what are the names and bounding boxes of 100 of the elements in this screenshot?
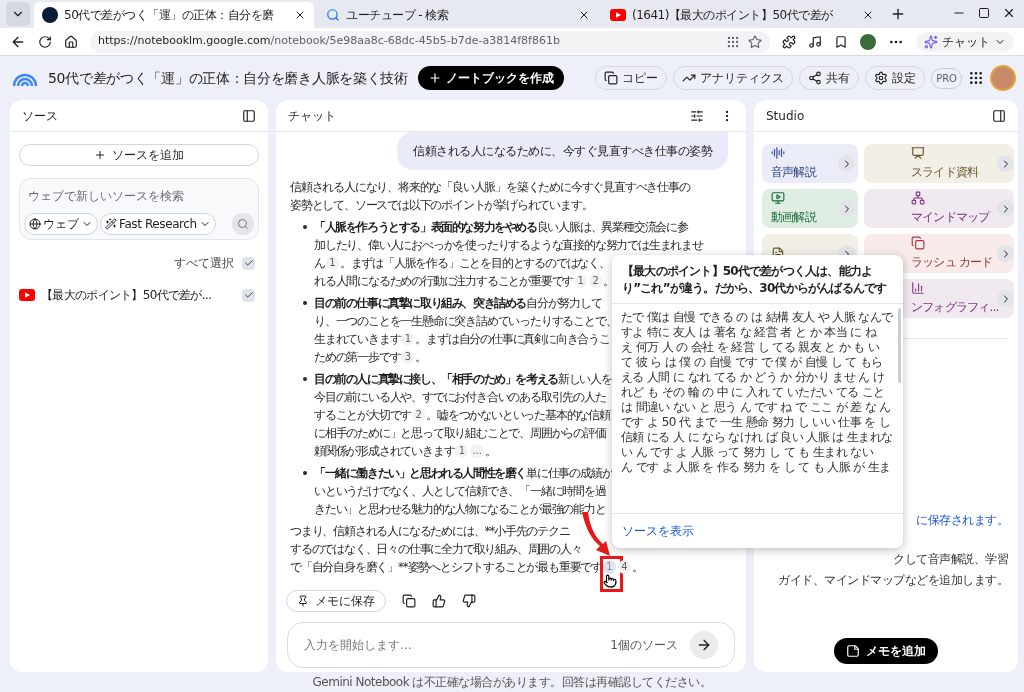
new-tab-icon[interactable] bbox=[890, 6, 906, 22]
note-link[interactable]: に保存されます。 bbox=[916, 511, 1008, 529]
tab-list-button[interactable] bbox=[6, 2, 30, 26]
favorites-icon[interactable] bbox=[834, 34, 848, 49]
tile-label: スライド資料 bbox=[911, 164, 980, 181]
citation-chip[interactable]: 2 bbox=[589, 274, 603, 288]
check-icon bbox=[243, 290, 254, 300]
close-icon[interactable] bbox=[294, 9, 306, 21]
answer-text: 頼関係が形成されていきます bbox=[314, 443, 455, 460]
show-source-link[interactable]: ソースを表示 bbox=[622, 522, 694, 540]
tile-label: ラッシュ カード bbox=[911, 254, 994, 271]
profile-avatar[interactable] bbox=[860, 33, 876, 50]
add-note-button[interactable]: メモを追加 bbox=[834, 638, 938, 664]
studio-tile[interactable]: スライド資料 bbox=[864, 144, 1014, 183]
video-play-icon bbox=[19, 289, 35, 301]
url-host: https://notebooklm.google.com bbox=[98, 34, 271, 48]
chevron-button[interactable] bbox=[997, 245, 1014, 262]
studio-tile[interactable]: マインドマップ bbox=[864, 189, 1014, 228]
answer-text: するのではなく、日々の仕事に全力で取り組み、周囲の人々 bbox=[290, 541, 582, 558]
thumbs-down-icon[interactable] bbox=[462, 594, 476, 608]
panel-title: ソース bbox=[22, 107, 58, 125]
web-dropdown[interactable]: ウェブ bbox=[24, 213, 98, 235]
citation-chip[interactable]: 1 bbox=[325, 256, 339, 270]
citation-chip[interactable]: 4 bbox=[618, 560, 631, 574]
web-search-field[interactable]: ウェブで新しいソースを検索 bbox=[24, 183, 254, 205]
studio-tile[interactable]: 音声解説 bbox=[762, 144, 858, 183]
chevron-button[interactable] bbox=[838, 200, 855, 217]
reload-icon[interactable] bbox=[38, 34, 52, 49]
scrollbar[interactable] bbox=[898, 308, 901, 383]
plus-icon bbox=[94, 149, 106, 161]
source-checkbox[interactable] bbox=[242, 288, 255, 302]
citation-chip[interactable]: 1 bbox=[455, 444, 469, 458]
answer-text: 。 bbox=[632, 559, 643, 576]
browser-tab[interactable]: ユーチューブ - 検索 bbox=[318, 2, 598, 28]
source-item[interactable]: 【最大のポイント】50代で差が... bbox=[19, 284, 259, 306]
video-icon bbox=[771, 191, 785, 205]
collapse-panel-icon[interactable] bbox=[242, 108, 256, 123]
share-icon bbox=[808, 71, 823, 85]
media-icon[interactable] bbox=[808, 34, 822, 49]
favorite-icon[interactable] bbox=[748, 34, 762, 49]
search-icon bbox=[237, 218, 249, 230]
chevron-button[interactable] bbox=[838, 155, 855, 172]
answer-text: 。 bbox=[603, 273, 614, 290]
maximize-icon[interactable] bbox=[978, 7, 990, 19]
video-play-icon bbox=[610, 9, 626, 21]
answer-text: 姿勢として、ソースでは以下のポイントが挙げられています。 bbox=[290, 197, 593, 214]
copilot-button[interactable]: チャット bbox=[916, 31, 1014, 52]
chat-input-box[interactable]: 入力を開始します... 1個のソース bbox=[287, 622, 735, 668]
tab-title: (1641)【最大のポイント】50代で差が bbox=[632, 7, 834, 24]
chevron-button[interactable] bbox=[997, 155, 1014, 172]
chevron-button[interactable] bbox=[997, 290, 1014, 307]
magic-search-icon bbox=[105, 218, 117, 230]
citation-chip[interactable]: 3 bbox=[401, 350, 415, 364]
home-icon[interactable] bbox=[64, 34, 78, 49]
close-icon[interactable] bbox=[1002, 6, 1016, 20]
copy-icon[interactable] bbox=[402, 594, 416, 608]
sliders-icon[interactable] bbox=[690, 108, 704, 123]
source-count: 1個のソース bbox=[610, 637, 678, 654]
answer-text: れる人間になるための行動に注力することが重要です bbox=[314, 273, 574, 290]
answer-text: に相手のために」と思って取り組むことで、周囲からの評価 bbox=[314, 425, 606, 442]
citation-chip[interactable]: 1 bbox=[574, 274, 588, 288]
answer-text: り、一つのことを一生懸命に突き詰めていったりすることで、 bbox=[314, 313, 617, 330]
tab-title: ユーチューブ - 検索 bbox=[346, 7, 450, 24]
citation-chip[interactable]: 2 bbox=[412, 408, 426, 422]
citation-chip[interactable]: 1 bbox=[401, 332, 415, 346]
search-icon bbox=[326, 8, 340, 22]
chart-icon bbox=[911, 281, 925, 295]
research-dropdown[interactable]: Fast Research bbox=[100, 213, 216, 235]
studio-tile[interactable]: 動画解説 bbox=[762, 189, 858, 228]
answer-text: 今目の前にいる人や、すでにお付き合いのある取引先の人た bbox=[314, 389, 606, 406]
address-bar[interactable]: https://notebooklm.google.com/notebook/5e98aa8c-68dc-45b5-b7de-a3814f8f861b bbox=[90, 30, 770, 53]
tile-label: ンフォグラフィ... bbox=[911, 299, 997, 316]
bullet-heading: 「人脈を作ろうとする」表面的な努力をやめる bbox=[314, 219, 537, 236]
sparkle-icon bbox=[924, 34, 938, 49]
thumbs-up-icon[interactable] bbox=[432, 594, 446, 608]
collapse-panel-icon[interactable] bbox=[992, 108, 1006, 123]
apps-icon[interactable] bbox=[968, 70, 984, 86]
citation-chip[interactable]: ... bbox=[470, 444, 484, 458]
answer-text: 加したり、偉い人におべっかを使ったりするような直接的な努力では生まれませ bbox=[314, 237, 703, 254]
panel-title: Studio bbox=[766, 107, 805, 125]
chat-input-field[interactable]: 入力を開始します... bbox=[304, 636, 599, 654]
select-all-checkbox[interactable] bbox=[242, 256, 255, 270]
tab-title: 50代で差がつく「運」の正体：自分を磨 bbox=[64, 7, 275, 24]
arrow-right-icon bbox=[696, 637, 712, 653]
search-button[interactable] bbox=[232, 213, 254, 235]
close-icon[interactable] bbox=[862, 9, 874, 21]
send-button[interactable] bbox=[690, 631, 718, 659]
close-icon[interactable] bbox=[578, 9, 590, 21]
web-search-box[interactable]: ウェブで新しいソースを検索 ウェブ Fast Research bbox=[19, 178, 259, 240]
settings-icon bbox=[874, 71, 889, 85]
browser-tab[interactable]: (1641)【最大のポイント】50代で差が bbox=[602, 2, 882, 28]
chevron-button[interactable] bbox=[997, 200, 1014, 217]
create-notebook-button[interactable]: ノートブックを作成 bbox=[417, 66, 564, 90]
notebook-title[interactable]: 50代で差がつく「運」の正体：自分を磨き人脈を築く技術 bbox=[48, 67, 408, 89]
copy-icon bbox=[604, 71, 619, 85]
globe-icon bbox=[29, 218, 41, 230]
browser-tab[interactable]: 50代で差がつく「運」の正体：自分を磨 bbox=[34, 2, 314, 28]
bullet-heading: 目の前の人に真摯に接し、「相手のため」を考える bbox=[314, 371, 558, 388]
tile-label: マインドマップ bbox=[911, 209, 992, 226]
extensions-icon[interactable] bbox=[782, 34, 796, 49]
